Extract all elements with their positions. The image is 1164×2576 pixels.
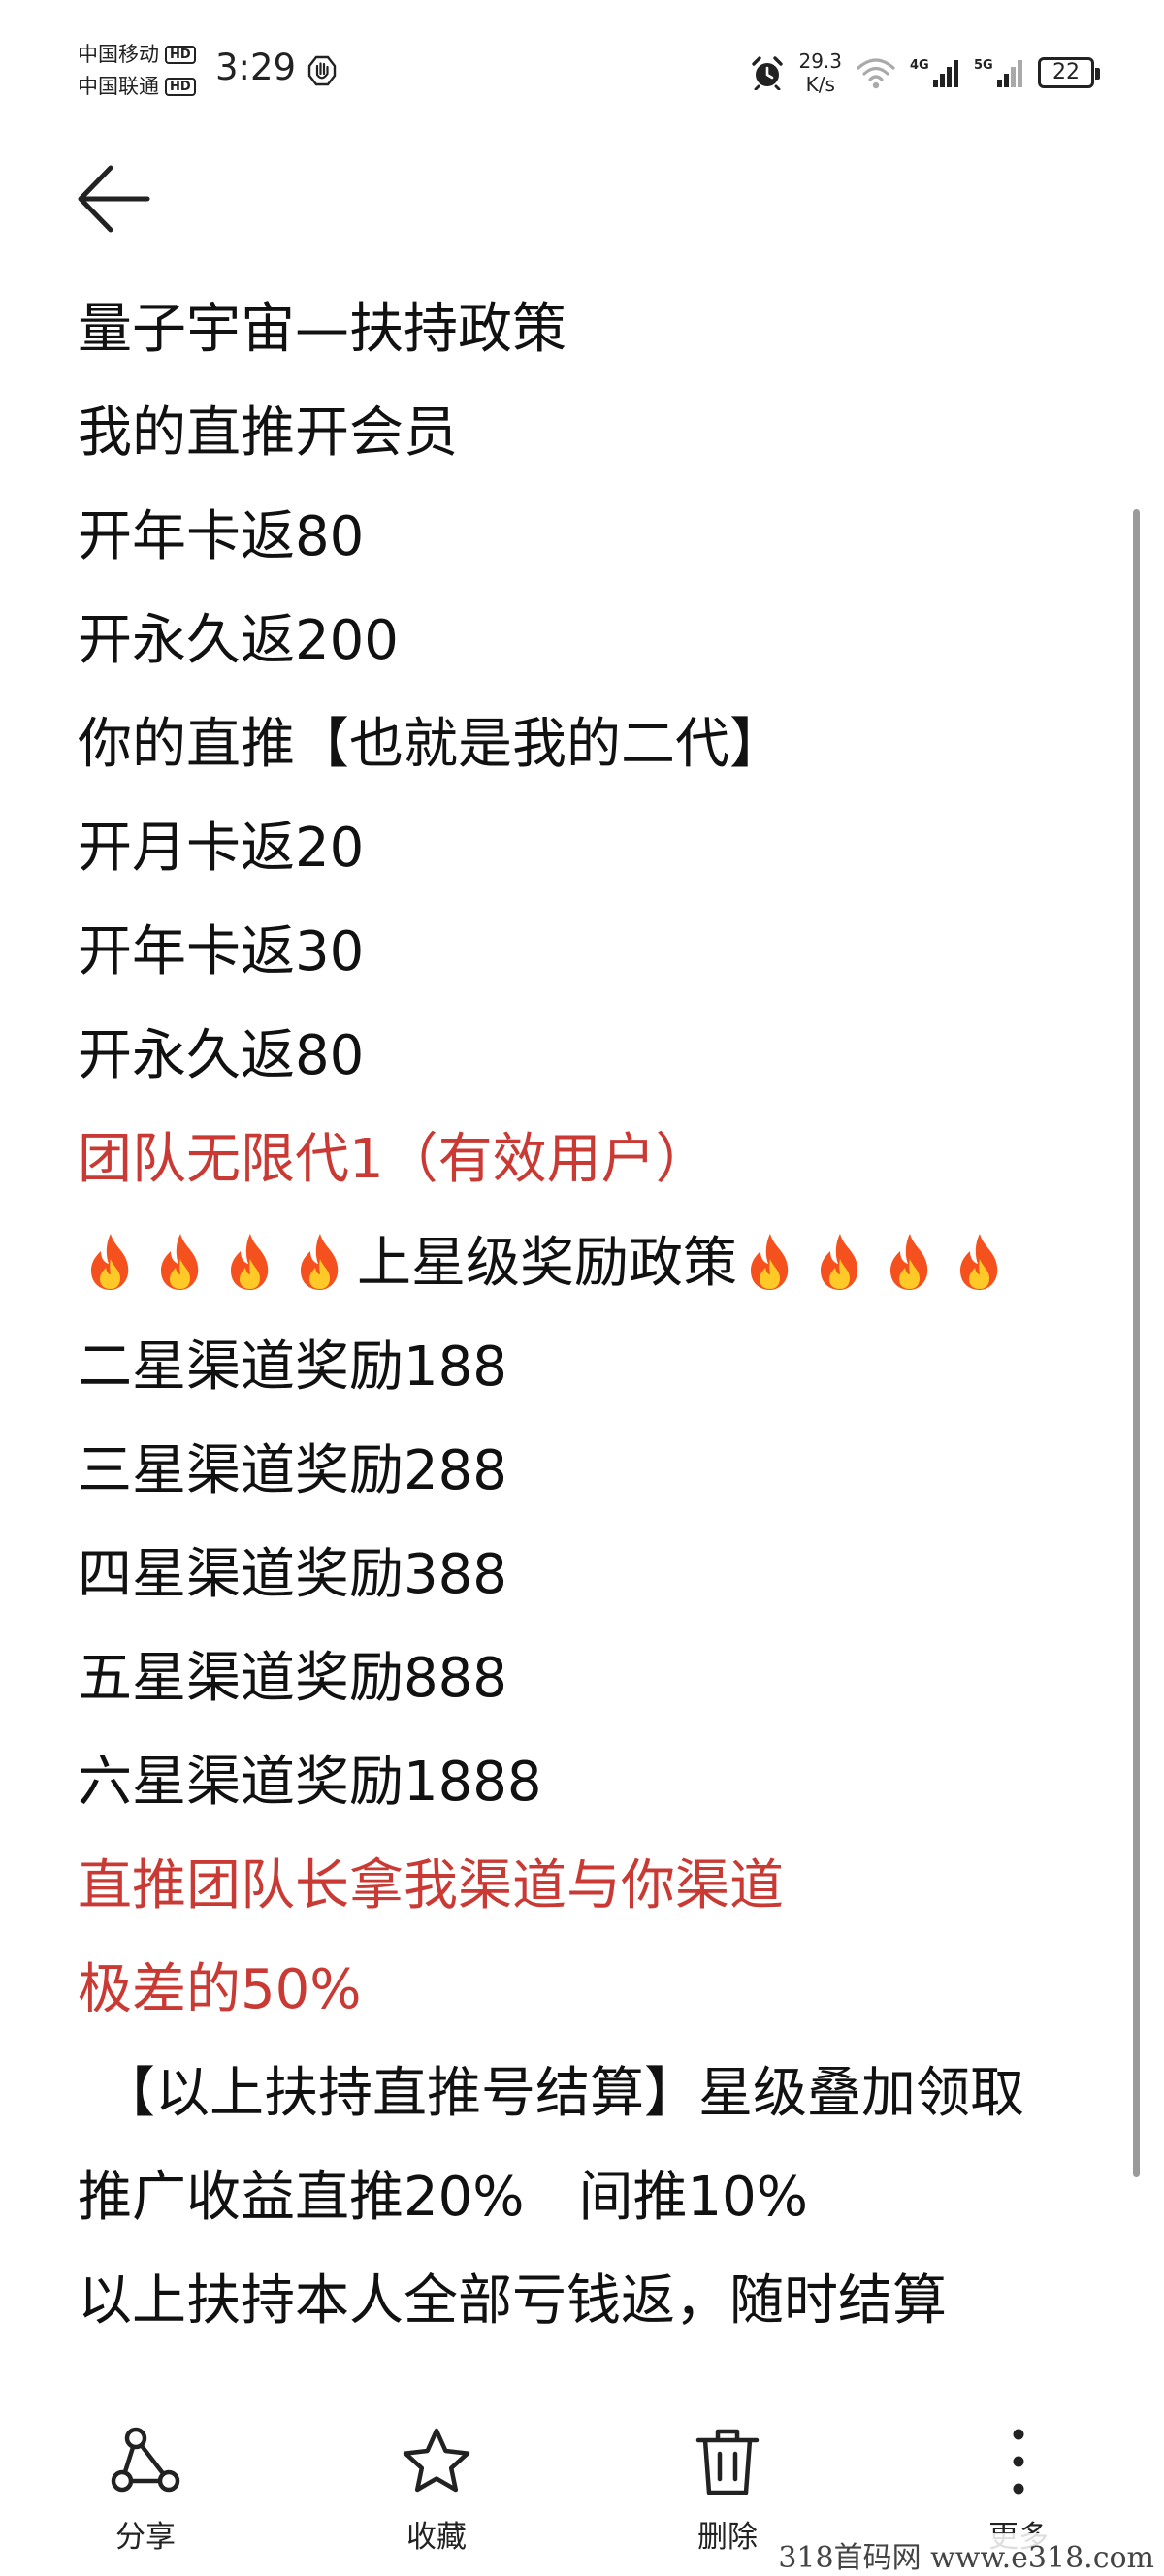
hd-badge-1: HD [165, 46, 196, 64]
note-line: 【以上扶持直推号结算】星级叠加领取 [101, 2062, 1024, 2125]
signal-5g-icon: 5G [974, 58, 1022, 87]
note-line: 我的直推开会员 [78, 402, 458, 465]
fire-emoji-icon [301, 1234, 339, 1290]
note-line-highlight: 直推团队长拿我渠道与你渠道 [78, 1854, 784, 1917]
share-button[interactable]: 分享 [68, 2425, 223, 2556]
signal-4g-icon: 4G [910, 58, 958, 87]
carrier-2-label: 中国联通 [78, 75, 159, 98]
share-icon [111, 2427, 180, 2493]
note-line: 开永久返80 [78, 1024, 365, 1087]
network-speed-unit: K/s [805, 73, 835, 96]
note-line: 开永久返200 [78, 609, 399, 672]
back-arrow-icon[interactable] [76, 163, 153, 235]
fire-emoji-icon [960, 1234, 998, 1290]
fire-emoji-icon [161, 1234, 199, 1290]
star-policy-label: 上星级奖励政策 [357, 1232, 737, 1295]
note-line: 开月卡返20 [78, 817, 365, 880]
network-speed: 29.3 K/s [798, 49, 842, 96]
note-line: 四星渠道奖励388 [78, 1543, 507, 1606]
note-line: 三星渠道奖励288 [78, 1439, 507, 1502]
favorite-button[interactable]: 收藏 [359, 2425, 514, 2556]
status-bar: 中国移动 HD 中国联通 HD 3:29 29.3 K/s 4G 5G 22 [0, 0, 1164, 145]
note-line: 以上扶持本人全部亏钱返，随时结算 [78, 2270, 947, 2333]
more-vertical-icon [1013, 2429, 1024, 2495]
signal-5g-label: 5G [974, 58, 993, 73]
note-line: 二星渠道奖励188 [78, 1336, 507, 1399]
hd-badge-2: HD [165, 78, 196, 96]
wifi-icon [857, 58, 895, 89]
note-body[interactable]: 量子宇宙—扶持政策 我的直推开会员 开年卡返80 开永久返200 你的直推【也就… [78, 296, 1106, 2371]
watermark: 318首码网 www.e318.com [774, 2533, 1158, 2576]
note-line-highlight: 团队无限代1（有效用户） [78, 1128, 710, 1191]
note-line: 开年卡返30 [78, 920, 365, 983]
note-title: 量子宇宙—扶持政策 [78, 298, 566, 361]
network-speed-value: 29.3 [798, 49, 842, 73]
status-right-group: 29.3 K/s 4G 5G 22 [736, 39, 1100, 107]
note-line: 你的直推【也就是我的二代】 [78, 713, 784, 776]
status-time: 3:29 [215, 47, 297, 88]
carrier-info: 中国移动 HD 中国联通 HD [78, 39, 196, 103]
fire-emoji-icon [821, 1234, 858, 1290]
note-line-star-policy: 上星级奖励政策 [78, 1230, 1106, 1334]
fire-emoji-icon [231, 1234, 269, 1290]
favorite-label: 收藏 [406, 2520, 467, 2555]
note-line: 推广收益直推20% 间推10% [78, 2166, 808, 2229]
fire-emoji-icon [890, 1234, 928, 1290]
carrier-1-label: 中国移动 [78, 43, 159, 66]
note-line: 五星渠道奖励888 [78, 1647, 507, 1710]
fire-emoji-icon [751, 1234, 789, 1290]
note-line: 开年卡返80 [78, 505, 365, 568]
fire-emoji-icon [91, 1234, 129, 1290]
alarm-icon [752, 56, 784, 90]
scrollbar[interactable] [1133, 509, 1140, 2177]
note-line-highlight: 极差的50% [78, 1958, 362, 2021]
star-icon [403, 2428, 470, 2493]
hand-icon [307, 55, 337, 86]
battery-indicator: 22 [1038, 57, 1100, 88]
share-label: 分享 [115, 2520, 176, 2555]
signal-4g-label: 4G [910, 58, 929, 73]
trash-icon [695, 2429, 760, 2496]
note-line: 六星渠道奖励1888 [78, 1751, 542, 1814]
